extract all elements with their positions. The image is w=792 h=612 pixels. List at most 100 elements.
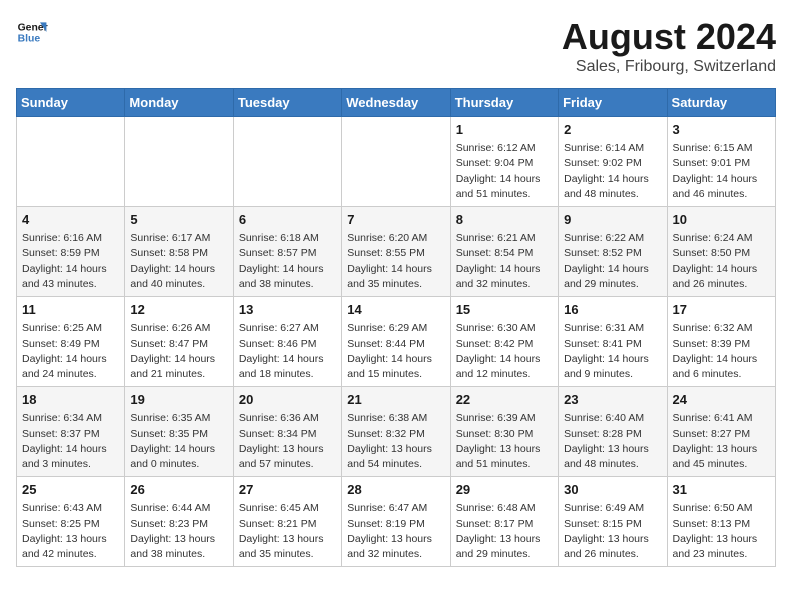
day-cell: 21 Sunrise: 6:38 AM Sunset: 8:32 PM Dayli… [342, 387, 450, 477]
day-number: 14 [347, 301, 444, 319]
day-number: 12 [130, 301, 227, 319]
day-info: Sunrise: 6:43 AM Sunset: 8:25 PM Dayligh… [22, 501, 119, 562]
day-cell: 18 Sunrise: 6:34 AM Sunset: 8:37 PM Dayli… [17, 387, 125, 477]
day-cell: 7 Sunrise: 6:20 AM Sunset: 8:55 PM Daylig… [342, 207, 450, 297]
week-row-2: 4Sunrise: 6:16 AM Sunset: 8:59 PM Daylig… [17, 207, 776, 297]
weekday-header-monday: Monday [125, 89, 233, 117]
day-number: 15 [456, 301, 553, 319]
day-cell [17, 117, 125, 207]
day-number: 11 [22, 301, 119, 319]
day-info: Sunrise: 6:25 AM Sunset: 8:49 PM Dayligh… [22, 321, 119, 382]
weekday-header-friday: Friday [559, 89, 667, 117]
day-info: Sunrise: 6:40 AM Sunset: 8:28 PM Dayligh… [564, 411, 661, 472]
day-cell: 13 Sunrise: 6:27 AM Sunset: 8:46 PM Dayli… [233, 297, 341, 387]
weekday-header-row: SundayMondayTuesdayWednesdayThursdayFrid… [17, 89, 776, 117]
header: General Blue August 2024 Sales, Fribourg… [16, 16, 776, 76]
day-info: Sunrise: 6:21 AM Sunset: 8:54 PM Dayligh… [456, 231, 553, 292]
day-number: 24 [673, 391, 770, 409]
day-number: 16 [564, 301, 661, 319]
day-cell: 4Sunrise: 6:16 AM Sunset: 8:59 PM Daylig… [17, 207, 125, 297]
day-info: Sunrise: 6:12 AM Sunset: 9:04 PM Dayligh… [456, 141, 553, 202]
day-number: 18 [22, 391, 119, 409]
day-number: 3 [673, 121, 770, 139]
day-info: Sunrise: 6:14 AM Sunset: 9:02 PM Dayligh… [564, 141, 661, 202]
day-number: 25 [22, 481, 119, 499]
day-number: 21 [347, 391, 444, 409]
day-cell: 15 Sunrise: 6:30 AM Sunset: 8:42 PM Dayli… [450, 297, 558, 387]
weekday-header-thursday: Thursday [450, 89, 558, 117]
day-cell: 2 Sunrise: 6:14 AM Sunset: 9:02 PM Daylig… [559, 117, 667, 207]
day-info: Sunrise: 6:15 AM Sunset: 9:01 PM Dayligh… [673, 141, 770, 202]
day-info: Sunrise: 6:49 AM Sunset: 8:15 PM Dayligh… [564, 501, 661, 562]
day-number: 8 [456, 211, 553, 229]
weekday-header-sunday: Sunday [17, 89, 125, 117]
day-info: Sunrise: 6:48 AM Sunset: 8:17 PM Dayligh… [456, 501, 553, 562]
day-info: Sunrise: 6:35 AM Sunset: 8:35 PM Dayligh… [130, 411, 227, 472]
day-cell: 30 Sunrise: 6:49 AM Sunset: 8:15 PM Dayli… [559, 477, 667, 567]
day-cell: 16 Sunrise: 6:31 AM Sunset: 8:41 PM Dayli… [559, 297, 667, 387]
day-number: 9 [564, 211, 661, 229]
day-cell: 6Sunrise: 6:18 AM Sunset: 8:57 PM Daylig… [233, 207, 341, 297]
day-number: 29 [456, 481, 553, 499]
day-cell: 26 Sunrise: 6:44 AM Sunset: 8:23 PM Dayli… [125, 477, 233, 567]
day-cell: 25 Sunrise: 6:43 AM Sunset: 8:25 PM Dayli… [17, 477, 125, 567]
logo-icon: General Blue [16, 16, 48, 48]
day-cell: 17 Sunrise: 6:32 AM Sunset: 8:39 PM Dayli… [667, 297, 775, 387]
day-info: Sunrise: 6:22 AM Sunset: 8:52 PM Dayligh… [564, 231, 661, 292]
day-number: 28 [347, 481, 444, 499]
day-number: 10 [673, 211, 770, 229]
day-number: 31 [673, 481, 770, 499]
week-row-5: 25 Sunrise: 6:43 AM Sunset: 8:25 PM Dayli… [17, 477, 776, 567]
day-cell: 22 Sunrise: 6:39 AM Sunset: 8:30 PM Dayli… [450, 387, 558, 477]
day-cell [233, 117, 341, 207]
weekday-header-wednesday: Wednesday [342, 89, 450, 117]
day-info: Sunrise: 6:50 AM Sunset: 8:13 PM Dayligh… [673, 501, 770, 562]
day-cell: 9 Sunrise: 6:22 AM Sunset: 8:52 PM Daylig… [559, 207, 667, 297]
day-info: Sunrise: 6:44 AM Sunset: 8:23 PM Dayligh… [130, 501, 227, 562]
day-cell: 20Sunrise: 6:36 AM Sunset: 8:34 PM Dayli… [233, 387, 341, 477]
day-cell [342, 117, 450, 207]
day-info: Sunrise: 6:20 AM Sunset: 8:55 PM Dayligh… [347, 231, 444, 292]
day-info: Sunrise: 6:47 AM Sunset: 8:19 PM Dayligh… [347, 501, 444, 562]
day-number: 22 [456, 391, 553, 409]
weekday-header-tuesday: Tuesday [233, 89, 341, 117]
title-area: August 2024 Sales, Fribourg, Switzerland [562, 16, 776, 76]
day-number: 4 [22, 211, 119, 229]
week-row-4: 18 Sunrise: 6:34 AM Sunset: 8:37 PM Dayli… [17, 387, 776, 477]
day-info: Sunrise: 6:34 AM Sunset: 8:37 PM Dayligh… [22, 411, 119, 472]
day-number: 26 [130, 481, 227, 499]
day-number: 17 [673, 301, 770, 319]
weekday-header-saturday: Saturday [667, 89, 775, 117]
day-info: Sunrise: 6:24 AM Sunset: 8:50 PM Dayligh… [673, 231, 770, 292]
day-cell: 24 Sunrise: 6:41 AM Sunset: 8:27 PM Dayli… [667, 387, 775, 477]
day-number: 23 [564, 391, 661, 409]
day-cell: 19 Sunrise: 6:35 AM Sunset: 8:35 PM Dayli… [125, 387, 233, 477]
day-number: 30 [564, 481, 661, 499]
day-number: 5 [130, 211, 227, 229]
day-cell: 10 Sunrise: 6:24 AM Sunset: 8:50 PM Dayli… [667, 207, 775, 297]
day-info: Sunrise: 6:30 AM Sunset: 8:42 PM Dayligh… [456, 321, 553, 382]
day-info: Sunrise: 6:41 AM Sunset: 8:27 PM Dayligh… [673, 411, 770, 472]
day-cell: 11 Sunrise: 6:25 AM Sunset: 8:49 PM Dayli… [17, 297, 125, 387]
day-number: 7 [347, 211, 444, 229]
day-info: Sunrise: 6:39 AM Sunset: 8:30 PM Dayligh… [456, 411, 553, 472]
day-cell [125, 117, 233, 207]
day-cell: 27Sunrise: 6:45 AM Sunset: 8:21 PM Dayli… [233, 477, 341, 567]
day-cell: 5Sunrise: 6:17 AM Sunset: 8:58 PM Daylig… [125, 207, 233, 297]
day-number: 20 [239, 391, 336, 409]
day-cell: 1Sunrise: 6:12 AM Sunset: 9:04 PM Daylig… [450, 117, 558, 207]
day-cell: 29 Sunrise: 6:48 AM Sunset: 8:17 PM Dayli… [450, 477, 558, 567]
day-number: 13 [239, 301, 336, 319]
day-info: Sunrise: 6:27 AM Sunset: 8:46 PM Dayligh… [239, 321, 336, 382]
day-info: Sunrise: 6:45 AM Sunset: 8:21 PM Dayligh… [239, 501, 336, 562]
week-row-1: 1Sunrise: 6:12 AM Sunset: 9:04 PM Daylig… [17, 117, 776, 207]
day-number: 2 [564, 121, 661, 139]
day-info: Sunrise: 6:26 AM Sunset: 8:47 PM Dayligh… [130, 321, 227, 382]
day-cell: 3 Sunrise: 6:15 AM Sunset: 9:01 PM Daylig… [667, 117, 775, 207]
day-info: Sunrise: 6:31 AM Sunset: 8:41 PM Dayligh… [564, 321, 661, 382]
calendar-title: August 2024 [562, 16, 776, 58]
day-number: 19 [130, 391, 227, 409]
day-cell: 28 Sunrise: 6:47 AM Sunset: 8:19 PM Dayli… [342, 477, 450, 567]
day-info: Sunrise: 6:32 AM Sunset: 8:39 PM Dayligh… [673, 321, 770, 382]
day-info: Sunrise: 6:38 AM Sunset: 8:32 PM Dayligh… [347, 411, 444, 472]
